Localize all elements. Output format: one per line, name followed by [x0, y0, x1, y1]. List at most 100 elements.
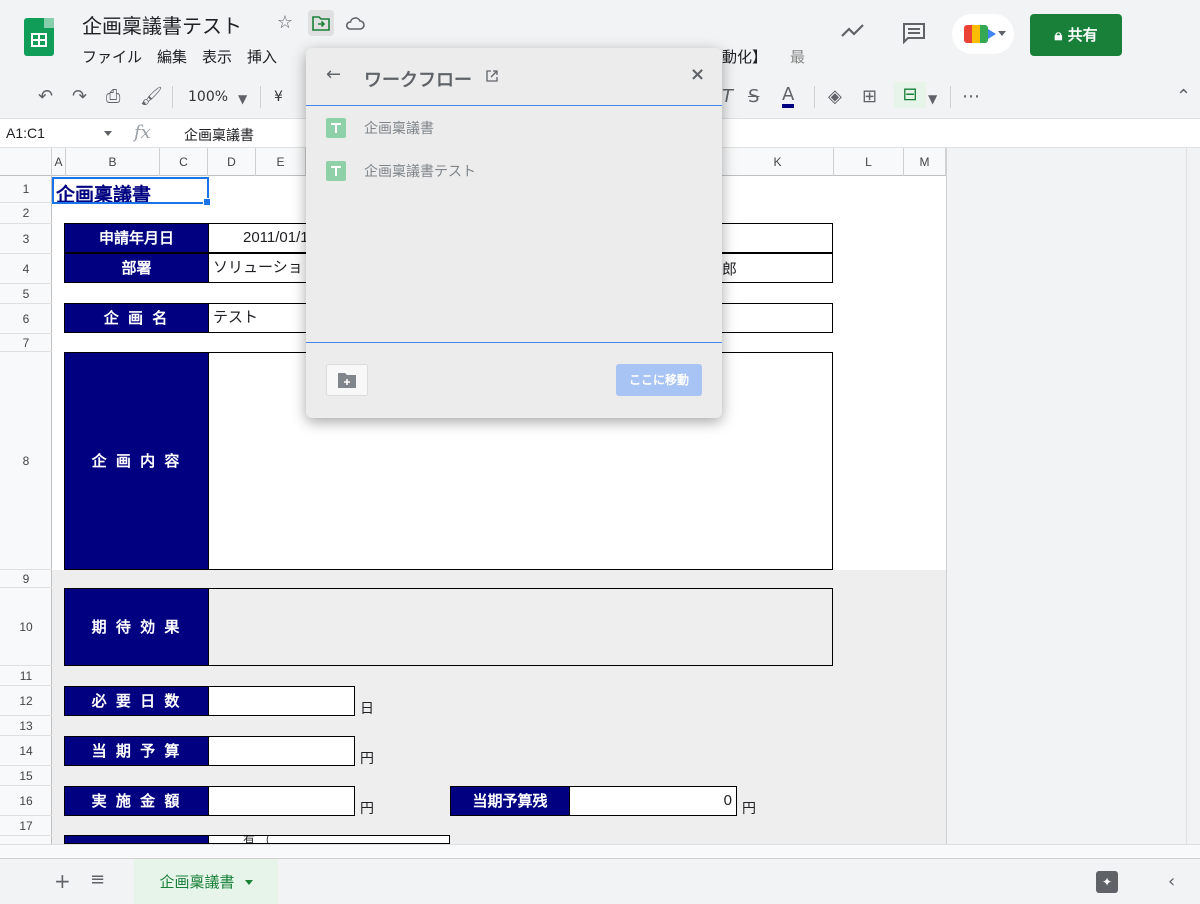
sheet-tab-label: 企画稟議書 [159, 873, 235, 891]
dialog-folder-title: ワークフロー [364, 70, 472, 91]
row-header-15[interactable]: 15 [0, 766, 52, 786]
fill-color-icon[interactable]: ◈ [828, 86, 842, 107]
sheet-tab[interactable]: 企画稟議書 [134, 859, 278, 904]
row-header-10[interactable]: 10 [0, 588, 52, 666]
budget-cell[interactable] [208, 736, 355, 766]
paint-format-icon[interactable]: 🖌︎ [140, 86, 163, 107]
column-header-e[interactable]: E [256, 148, 306, 176]
toolbar-divider [950, 86, 951, 108]
cloud-status-icon[interactable] [344, 12, 366, 34]
row-header-13[interactable]: 13 [0, 716, 52, 736]
formula-input[interactable]: 企画稟議書 [184, 125, 254, 145]
budget-remaining-cell[interactable]: 0 [569, 786, 737, 816]
selection-range[interactable] [52, 177, 211, 206]
column-header-k[interactable]: K [722, 148, 834, 176]
merge-cells-icon[interactable]: ⊟ [894, 82, 926, 108]
column-header-m[interactable]: M [904, 148, 946, 176]
label-partial-row [64, 835, 209, 844]
zoom-select[interactable]: 100% [188, 89, 228, 105]
row-header-16[interactable]: 16 [0, 786, 52, 816]
name-box-value: A1:C1 [6, 125, 45, 141]
column-header-d[interactable]: D [208, 148, 256, 176]
unit-day: 日 [360, 701, 374, 717]
menu-file[interactable]: ファイル [82, 48, 142, 66]
star-icon[interactable]: ☆ [274, 12, 296, 34]
column-header-c[interactable]: C [160, 148, 208, 176]
row-header-3[interactable]: 3 [0, 224, 52, 254]
print-icon[interactable]: ⎙ [106, 86, 120, 107]
open-external-icon[interactable] [486, 70, 498, 86]
undo-icon[interactable]: ↶ [38, 86, 53, 107]
meet-button[interactable] [952, 14, 1014, 54]
amount-cell[interactable] [208, 786, 355, 816]
add-sheet-icon[interactable]: + [54, 869, 71, 893]
meet-icon [964, 25, 996, 43]
move-icon[interactable] [308, 10, 334, 36]
move-here-button[interactable]: ここに移動 [616, 364, 702, 396]
chevron-down-icon [104, 131, 112, 136]
label-budget: 当 期 予 算 [64, 736, 209, 766]
row-header-4[interactable]: 4 [0, 254, 52, 284]
label-amount: 実 施 金 額 [64, 786, 209, 816]
back-arrow-icon[interactable]: ← [326, 64, 341, 85]
row-header-6[interactable]: 6 [0, 304, 52, 334]
menu-view[interactable]: 表示 [202, 48, 232, 66]
document-title[interactable]: 企画稟議書テスト [82, 10, 242, 39]
row-header-2[interactable]: 2 [0, 203, 52, 224]
redo-icon[interactable]: ↷ [72, 86, 87, 107]
label-plan-content: 企 画 内 容 [64, 352, 209, 570]
dialog-file-name: 企画稟議書テスト [364, 164, 476, 180]
row-header-11[interactable]: 11 [0, 666, 52, 686]
row-header-1[interactable]: 1 [0, 176, 52, 203]
chevron-left-icon[interactable]: ‹ [1168, 871, 1175, 892]
unit-yen: 円 [360, 751, 374, 767]
menu-last-edit[interactable]: 最 [790, 46, 805, 67]
sheets-file-icon [326, 118, 346, 138]
all-sheets-icon[interactable]: ≡ [90, 869, 105, 890]
chevron-down-icon [998, 31, 1006, 36]
chevron-down-icon[interactable]: ▼ [238, 92, 247, 106]
column-header-l[interactable]: L [834, 148, 904, 176]
borders-icon[interactable]: ⊞ [862, 86, 877, 107]
close-icon[interactable]: × [690, 64, 705, 85]
menu-automation[interactable]: 動化】 [722, 46, 767, 67]
row-header-14[interactable]: 14 [0, 736, 52, 766]
italic-icon[interactable]: T [722, 86, 733, 107]
column-header-b[interactable]: B [66, 148, 160, 176]
menu-edit[interactable]: 編集 [157, 48, 187, 66]
name-box[interactable]: A1:C1 [6, 125, 116, 141]
approver-name-cell[interactable]: 郎 [722, 258, 737, 279]
horizontal-scrollbar[interactable] [0, 844, 1200, 858]
menu-insert[interactable]: 挿入 [247, 48, 277, 66]
label-expected-effect: 期 待 効 果 [64, 588, 209, 666]
row-header-9[interactable]: 9 [0, 570, 52, 588]
expected-effect-cell[interactable] [208, 588, 833, 666]
partial-row-cell[interactable]: 有 （ [208, 835, 450, 844]
column-header-a[interactable]: A [52, 148, 66, 176]
row-header-17[interactable]: 17 [0, 816, 52, 836]
row-header-5[interactable]: 5 [0, 284, 52, 304]
row-header-8[interactable]: 8 [0, 352, 52, 570]
comment-icon[interactable] [902, 22, 926, 50]
trending-icon[interactable] [840, 20, 866, 45]
collapse-menus-icon[interactable]: ⌃ [1176, 86, 1191, 107]
row-header-7[interactable]: 7 [0, 334, 52, 352]
toolbar-divider [172, 86, 173, 108]
explore-icon[interactable]: ✦ [1096, 871, 1118, 893]
dialog-file-name: 企画稟議書 [364, 121, 434, 137]
more-icon[interactable]: ⋯ [962, 86, 980, 107]
sheets-logo-icon[interactable] [24, 18, 54, 56]
vertical-scrollbar[interactable] [1186, 148, 1200, 844]
share-button[interactable]: 🔒︎ 共有 [1030, 14, 1122, 56]
label-apply-date: 申請年月日 [64, 223, 209, 253]
select-all-corner[interactable] [0, 148, 52, 176]
required-days-cell[interactable] [208, 686, 355, 716]
new-folder-button[interactable] [326, 364, 368, 396]
text-color-icon[interactable]: A [782, 86, 795, 108]
strikethrough-icon[interactable]: S [748, 86, 759, 107]
lock-icon: 🔒︎ [1054, 26, 1068, 44]
row-header-12[interactable]: 12 [0, 686, 52, 716]
row-headers: 1 2 3 4 5 6 7 8 9 10 11 12 13 14 15 16 1… [0, 176, 52, 844]
chevron-down-icon[interactable]: ▼ [928, 92, 937, 106]
currency-format-button[interactable]: ¥ [274, 89, 283, 105]
